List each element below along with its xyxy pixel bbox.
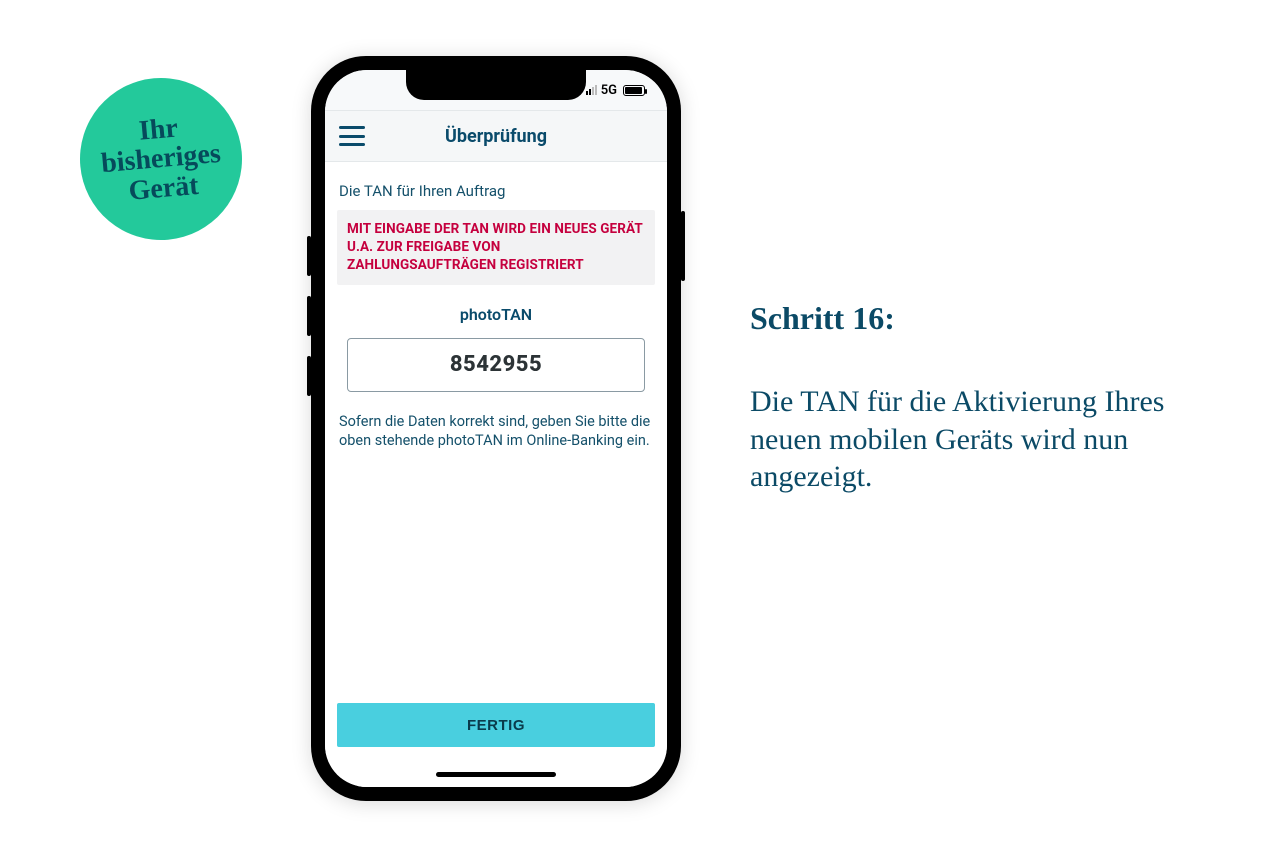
phone-notch bbox=[406, 70, 586, 100]
step-title: Schritt 16: bbox=[750, 300, 1190, 337]
badge-line: Gerät bbox=[127, 170, 199, 207]
content-area: Die TAN für Ihren Auftrag MIT EINGABE DE… bbox=[325, 162, 667, 717]
network-label: 5G bbox=[601, 83, 617, 98]
page-title: Überprüfung bbox=[325, 126, 667, 147]
signal-icon bbox=[586, 85, 597, 95]
warning-text: MIT EINGABE DER TAN WIRD EIN NEUES GERÄT… bbox=[347, 220, 645, 275]
phone-frame: 5G Überprüfung Die TAN für Ihren Auftrag… bbox=[311, 56, 681, 801]
side-panel: Schritt 16: Die TAN für die Aktivierung … bbox=[750, 300, 1190, 496]
device-badge-text: Ihr bisheriges Gerät bbox=[97, 110, 224, 208]
footer-area: FERTIG bbox=[325, 693, 667, 787]
battery-icon bbox=[623, 85, 645, 96]
tan-label: photoTAN bbox=[337, 305, 655, 324]
tan-value: 8542955 bbox=[450, 352, 542, 377]
done-button[interactable]: FERTIG bbox=[337, 703, 655, 747]
tan-subtitle: Die TAN für Ihren Auftrag bbox=[339, 182, 653, 200]
app-header: Überprüfung bbox=[325, 110, 667, 162]
home-indicator[interactable] bbox=[436, 772, 556, 777]
tan-instruction: Sofern die Daten korrekt sind, geben Sie… bbox=[337, 412, 655, 451]
warning-box: MIT EINGABE DER TAN WIRD EIN NEUES GERÄT… bbox=[337, 210, 655, 285]
phone-screen: 5G Überprüfung Die TAN für Ihren Auftrag… bbox=[325, 70, 667, 787]
menu-icon[interactable] bbox=[339, 126, 365, 146]
device-badge: Ihr bisheriges Gerät bbox=[73, 71, 249, 247]
tan-value-field: 8542955 bbox=[347, 338, 645, 392]
step-description: Die TAN für die Aktivierung Ihres neuen … bbox=[750, 383, 1190, 496]
